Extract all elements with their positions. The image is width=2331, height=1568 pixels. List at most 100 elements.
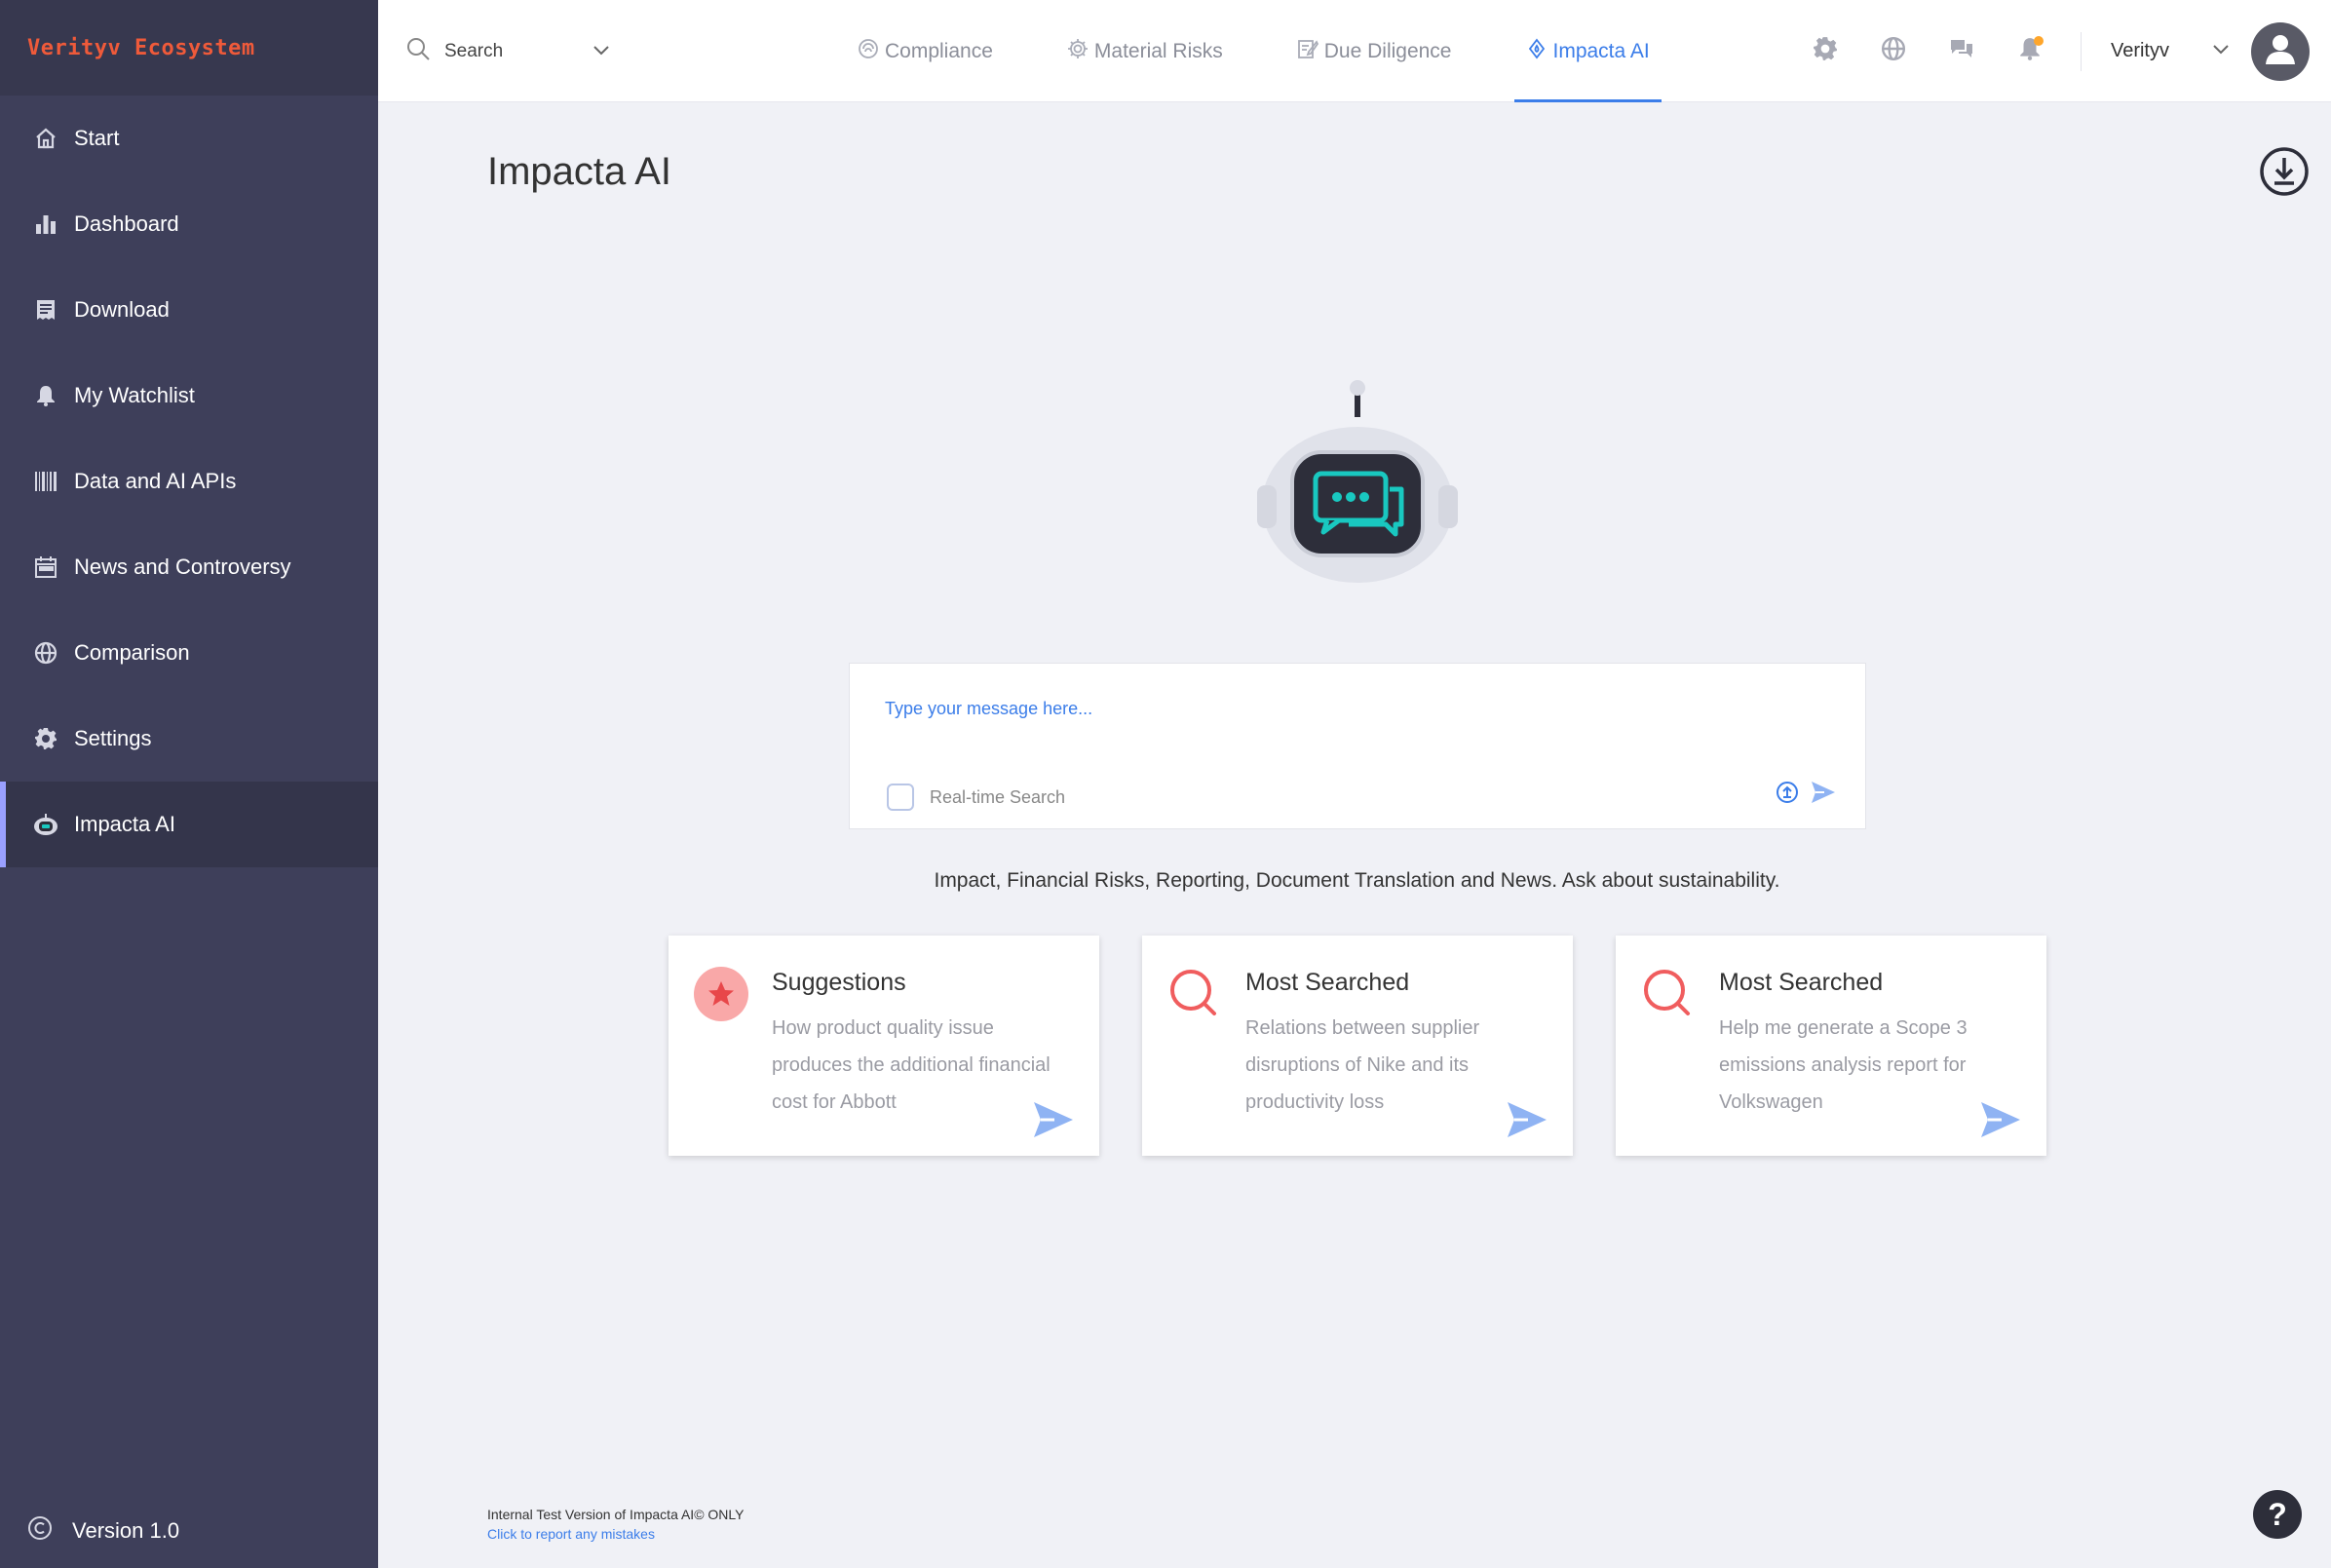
notifications-button[interactable] bbox=[2012, 34, 2047, 69]
sidebar-item-label: Impacta AI bbox=[74, 812, 175, 836]
tab-label: Due Diligence bbox=[1323, 39, 1452, 62]
card-title: Suggestions bbox=[772, 969, 906, 996]
send-icon bbox=[1811, 781, 1836, 809]
sidebar-item-impacta-ai[interactable]: Impacta AI bbox=[0, 782, 378, 867]
document-edit-icon bbox=[1297, 38, 1318, 65]
robot-icon bbox=[33, 812, 58, 837]
user-name[interactable]: Verityv bbox=[2111, 40, 2169, 62]
send-icon[interactable] bbox=[1033, 1101, 1074, 1138]
chevron-down-icon[interactable] bbox=[2212, 43, 2230, 60]
tab-due-diligence[interactable]: Due Diligence bbox=[1285, 0, 1464, 102]
drop-icon bbox=[1526, 38, 1548, 65]
assistant-description: Impact, Financial Risks, Reporting, Docu… bbox=[934, 869, 1780, 892]
bell-icon bbox=[33, 383, 58, 408]
tab-material-risks[interactable]: Material Risks bbox=[1055, 0, 1235, 102]
footer-note: Internal Test Version of Impacta AI© ONL… bbox=[487, 1505, 744, 1544]
sidebar-item-start[interactable]: Start bbox=[0, 96, 378, 181]
suggestion-cards: Suggestions How product quality issue pr… bbox=[669, 936, 2046, 1156]
language-button[interactable] bbox=[1876, 34, 1911, 69]
sidebar-item-label: Comparison bbox=[74, 640, 190, 665]
sidebar-item-news-and-controversy[interactable]: News and Controversy bbox=[0, 524, 378, 610]
receipt-icon bbox=[33, 297, 58, 323]
suggestion-card[interactable]: Most Searched Help me generate a Scope 3… bbox=[1616, 936, 2046, 1156]
brand-logo[interactable]: Verityv Ecosystem bbox=[0, 0, 378, 96]
report-mistakes-link[interactable]: Click to report any mistakes bbox=[487, 1526, 655, 1542]
help-button[interactable]: ? bbox=[2253, 1490, 2302, 1539]
chat-actions bbox=[1776, 781, 1836, 809]
sidebar-item-label: Start bbox=[74, 126, 120, 150]
magnifier-icon bbox=[1639, 965, 1698, 1023]
tab-label: Impacta AI bbox=[1552, 39, 1650, 62]
sidebar-item-data-and-ai-apis[interactable]: Data and AI APIs bbox=[0, 439, 378, 524]
sidebar-item-label: Settings bbox=[74, 726, 152, 750]
card-text: Relations between supplier disruptions o… bbox=[1245, 1017, 1480, 1113]
magnifier-icon bbox=[1166, 965, 1224, 1023]
notification-dot bbox=[2033, 35, 2044, 46]
settings-button[interactable] bbox=[1808, 34, 1843, 69]
sidebar-item-dashboard[interactable]: Dashboard bbox=[0, 181, 378, 267]
user-icon bbox=[2261, 29, 2300, 73]
tab-compliance[interactable]: Compliance bbox=[846, 0, 1005, 102]
home-icon bbox=[33, 126, 58, 151]
suggestion-card[interactable]: Most Searched Relations between supplier… bbox=[1142, 936, 1573, 1156]
search-icon bbox=[405, 36, 431, 67]
sidebar-item-settings[interactable]: Settings bbox=[0, 696, 378, 782]
realtime-search-label: Real-time Search bbox=[930, 786, 1066, 807]
chat-bubbles-icon bbox=[1949, 36, 1974, 66]
realtime-search-toggle[interactable]: Real-time Search bbox=[887, 784, 1065, 811]
sidebar-item-download[interactable]: Download bbox=[0, 267, 378, 353]
suggestion-card[interactable]: Suggestions How product quality issue pr… bbox=[669, 936, 1099, 1156]
question-mark-icon: ? bbox=[2268, 1496, 2287, 1532]
sidebar-item-label: Dashboard bbox=[74, 211, 179, 236]
sidebar-nav: Start Dashboard Download My Watchlist Da… bbox=[0, 96, 378, 867]
globe-icon bbox=[33, 640, 58, 666]
realtime-search-checkbox[interactable] bbox=[887, 784, 914, 811]
upload-icon bbox=[1776, 781, 1799, 809]
star-icon bbox=[692, 965, 750, 1023]
message-input[interactable] bbox=[885, 699, 1762, 719]
compliance-icon bbox=[858, 38, 879, 65]
top-bar: Search Compliance Material Risks Due Dil… bbox=[378, 0, 2331, 102]
gear-icon bbox=[33, 726, 58, 751]
gear-outline-icon bbox=[1067, 38, 1089, 65]
page-title: Impacta AI bbox=[487, 150, 671, 193]
avatar[interactable] bbox=[2251, 21, 2310, 81]
footer-disclaimer: Internal Test Version of Impacta AI© ONL… bbox=[487, 1507, 745, 1522]
tab-label: Material Risks bbox=[1093, 39, 1223, 62]
search-box[interactable]: Search bbox=[405, 33, 610, 70]
upload-button[interactable] bbox=[1776, 781, 1799, 809]
send-button[interactable] bbox=[1811, 781, 1836, 809]
sidebar-item-my-watchlist[interactable]: My Watchlist bbox=[0, 353, 378, 439]
download-icon bbox=[2259, 147, 2310, 201]
divider bbox=[2080, 31, 2082, 71]
gear-icon bbox=[1813, 36, 1838, 66]
card-text: How product quality issue produces the a… bbox=[772, 1017, 1051, 1113]
card-text: Help me generate a Scope 3 emissions ana… bbox=[1719, 1017, 1968, 1113]
calendar-icon bbox=[33, 555, 58, 580]
sidebar: Verityv Ecosystem Start Dashboard Downlo… bbox=[0, 0, 378, 1568]
chevron-down-icon[interactable] bbox=[592, 41, 610, 62]
tab-label: Compliance bbox=[885, 39, 993, 62]
sidebar-item-label: Download bbox=[74, 297, 170, 322]
barcode-icon bbox=[33, 469, 58, 494]
bar-chart-icon bbox=[33, 211, 58, 237]
card-title: Most Searched bbox=[1719, 969, 1884, 996]
robot-illustration bbox=[1247, 376, 1468, 585]
sidebar-item-label: Data and AI APIs bbox=[74, 469, 237, 493]
sidebar-item-label: News and Controversy bbox=[74, 555, 291, 579]
chat-box: Real-time Search bbox=[849, 663, 1866, 829]
card-title: Most Searched bbox=[1245, 969, 1410, 996]
messages-button[interactable] bbox=[1944, 34, 1979, 69]
globe-icon bbox=[1881, 36, 1906, 66]
tab-impacta-ai[interactable]: Impacta AI bbox=[1513, 0, 1662, 102]
sidebar-item-comparison[interactable]: Comparison bbox=[0, 610, 378, 696]
version-label: Version 1.0 bbox=[72, 1518, 180, 1543]
copyright-icon bbox=[27, 1515, 53, 1547]
app-version: Version 1.0 bbox=[27, 1515, 179, 1547]
top-actions: Verityv bbox=[1808, 0, 2331, 102]
download-button[interactable] bbox=[2259, 146, 2310, 197]
search-label: Search bbox=[444, 41, 504, 61]
top-tabs: Compliance Material Risks Due Diligence … bbox=[846, 0, 1712, 102]
send-icon[interactable] bbox=[1507, 1101, 1548, 1138]
send-icon[interactable] bbox=[1980, 1101, 2021, 1138]
